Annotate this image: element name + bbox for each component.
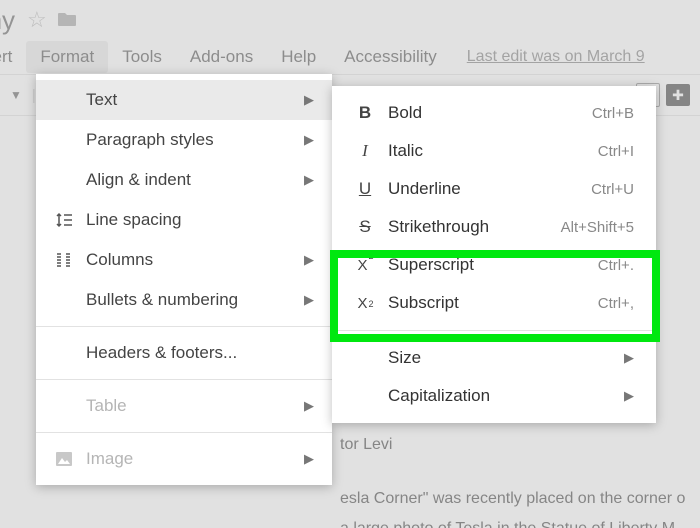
- image-icon: [50, 451, 78, 467]
- format-text[interactable]: Text ▶: [36, 80, 332, 120]
- text-strikethrough[interactable]: S Strikethrough Alt+Shift+5: [332, 208, 656, 246]
- format-headers-footers[interactable]: Headers & footers...: [36, 333, 332, 373]
- menu-insert[interactable]: sert: [0, 41, 26, 73]
- star-icon[interactable]: ☆: [27, 7, 47, 33]
- submenu-arrow-icon: ▶: [304, 292, 314, 308]
- bold-icon: B: [350, 103, 380, 123]
- submenu-arrow-icon: ▶: [304, 252, 314, 268]
- format-menu-dropdown: Text ▶ Paragraph styles ▶ Align & indent…: [36, 74, 332, 485]
- document-title: raphy: [0, 5, 15, 36]
- submenu-arrow-icon: ▶: [624, 388, 634, 404]
- menu-separator: [36, 432, 332, 433]
- submenu-arrow-icon: ▶: [624, 350, 634, 366]
- text-superscript[interactable]: X2 Superscript Ctrl+.: [332, 246, 656, 284]
- text-size[interactable]: Size ▶: [332, 339, 656, 377]
- format-line-spacing[interactable]: Line spacing: [36, 200, 332, 240]
- superscript-icon: X2: [350, 257, 380, 274]
- format-image: Image ▶: [36, 439, 332, 479]
- menu-separator: [36, 379, 332, 380]
- menu-format[interactable]: Format: [26, 41, 108, 73]
- submenu-arrow-icon: ▶: [304, 92, 314, 108]
- text-bold[interactable]: B Bold Ctrl+B: [332, 94, 656, 132]
- folder-icon[interactable]: [57, 7, 77, 33]
- text-subscript[interactable]: X2 Subscript Ctrl+,: [332, 284, 656, 322]
- line-spacing-icon: [50, 211, 78, 229]
- toolbar-dropdown-arrow[interactable]: ▼: [10, 88, 22, 102]
- menu-accessibility[interactable]: Accessibility: [330, 41, 451, 73]
- text-italic[interactable]: I Italic Ctrl+I: [332, 132, 656, 170]
- format-paragraph-styles[interactable]: Paragraph styles ▶: [36, 120, 332, 160]
- italic-icon: I: [350, 141, 380, 161]
- format-columns[interactable]: Columns ▶: [36, 240, 332, 280]
- columns-icon: [50, 252, 78, 268]
- underline-icon: U: [350, 179, 380, 199]
- submenu-arrow-icon: ▶: [304, 172, 314, 188]
- subscript-icon: X2: [350, 295, 380, 312]
- submenu-arrow-icon: ▶: [304, 398, 314, 414]
- format-bullets-numbering[interactable]: Bullets & numbering ▶: [36, 280, 332, 320]
- menu-addons[interactable]: Add-ons: [176, 41, 267, 73]
- submenu-arrow-icon: ▶: [304, 132, 314, 148]
- text-underline[interactable]: U Underline Ctrl+U: [332, 170, 656, 208]
- menu-tools[interactable]: Tools: [108, 41, 176, 73]
- menu-bar: sert Format Tools Add-ons Help Accessibi…: [0, 40, 700, 75]
- menu-separator: [36, 326, 332, 327]
- strikethrough-icon: S: [350, 217, 380, 237]
- format-table: Table ▶: [36, 386, 332, 426]
- last-edit-link[interactable]: Last edit was on March 9: [467, 48, 645, 66]
- text-capitalization[interactable]: Capitalization ▶: [332, 377, 656, 415]
- submenu-arrow-icon: ▶: [304, 451, 314, 467]
- menu-separator: [332, 330, 656, 331]
- comment-icon[interactable]: ✚: [666, 84, 690, 106]
- format-align-indent[interactable]: Align & indent ▶: [36, 160, 332, 200]
- menu-help[interactable]: Help: [267, 41, 330, 73]
- text-submenu: B Bold Ctrl+B I Italic Ctrl+I U Underlin…: [332, 86, 656, 423]
